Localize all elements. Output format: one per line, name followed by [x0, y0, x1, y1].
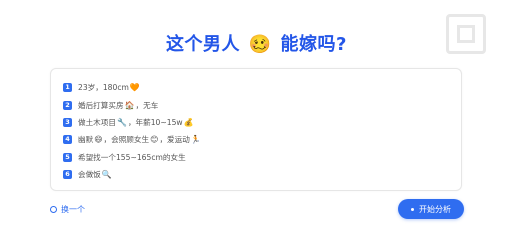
dot-icon — [411, 207, 414, 211]
start-analysis-button[interactable]: 开始分析 — [398, 199, 464, 219]
item-number: 6 — [63, 170, 72, 180]
title-text-end: 能嫁吗? — [280, 34, 347, 55]
house-icon: 🏠 — [124, 100, 135, 110]
smile-icon: 😄 — [94, 135, 103, 145]
item-number: 2 — [63, 100, 72, 110]
profile-list: 1 23岁，180cm 🧡 2 婚后打算买房 🏠 ，无车 3 做土木项目 🔧 ，… — [51, 69, 461, 183]
item-number: 4 — [63, 135, 72, 145]
item-text-after: ，无车 — [135, 100, 159, 110]
item-text: 婚后打算买房 — [78, 100, 124, 110]
heart-icon: 🧡 — [129, 83, 140, 93]
blush-icon: 😊 — [150, 135, 159, 145]
item-text-after2: ，爱运动 — [159, 135, 190, 145]
start-label: 开始分析 — [419, 204, 451, 214]
item-text: 做土木项目 — [78, 117, 116, 127]
list-item: 4 幽默 😄 ，会照顾女生 😊 ，爱运动 🏃 — [63, 131, 461, 148]
runner-icon: 🏃 — [190, 135, 201, 145]
refresh-button[interactable]: 换一个 — [50, 204, 85, 215]
item-text: 幽默 — [78, 135, 94, 145]
woozy-face-icon: 🥴 — [248, 34, 272, 55]
title-text: 这个男人 — [166, 34, 241, 55]
page-title: 这个男人 🥴 能嫁吗? — [0, 30, 513, 56]
list-item: 1 23岁，180cm 🧡 — [63, 79, 461, 96]
search-icon: 🔍 — [101, 170, 112, 180]
wrench-icon: 🔧 — [116, 117, 127, 127]
list-item: 3 做土木项目 🔧 ，年薪10~15w 💰 — [63, 114, 461, 131]
item-text-after: ，年薪10~15w — [127, 117, 183, 127]
profile-card: 1 23岁，180cm 🧡 2 婚后打算买房 🏠 ，无车 3 做土木项目 🔧 ，… — [50, 68, 462, 191]
item-number: 5 — [63, 152, 72, 162]
list-item: 2 婚后打算买房 🏠 ，无车 — [63, 96, 461, 113]
refresh-icon — [50, 206, 57, 213]
item-number: 1 — [63, 83, 72, 93]
item-text: 希望找一个155~165cm的女生 — [78, 152, 186, 162]
item-number: 3 — [63, 117, 72, 127]
money-bag-icon: 💰 — [183, 117, 194, 127]
list-item: 5 希望找一个155~165cm的女生 — [63, 149, 461, 166]
item-text: 23岁，180cm — [78, 83, 129, 93]
item-text: 会做饭 — [78, 170, 101, 180]
item-text-after: ，会照顾女生 — [103, 135, 150, 145]
refresh-label: 换一个 — [61, 205, 85, 214]
list-item: 6 会做饭 🔍 — [63, 166, 461, 183]
